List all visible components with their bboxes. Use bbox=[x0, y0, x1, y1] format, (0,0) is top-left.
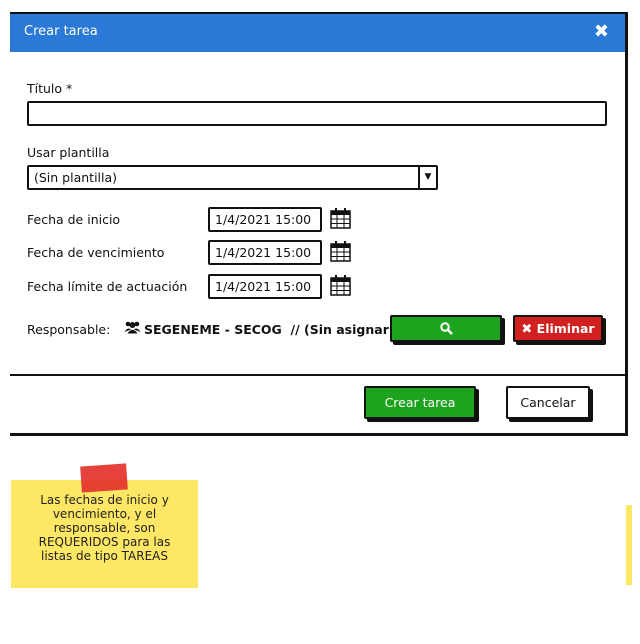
plantilla-selected-value: (Sin plantilla) bbox=[34, 170, 118, 185]
seleccionar-button[interactable]: Seleccionar... bbox=[390, 315, 502, 359]
dialog-title: Crear tarea bbox=[24, 24, 98, 39]
footer-divider bbox=[10, 374, 625, 376]
plantilla-select[interactable]: (Sin plantilla) ▼ bbox=[27, 165, 438, 190]
titulo-input[interactable] bbox=[27, 101, 607, 126]
offscreen-note-edge bbox=[626, 505, 632, 585]
close-icon: ✖ bbox=[521, 322, 533, 337]
responsable-value: SEGENEME - SECOG // (Sin asignar) bbox=[144, 322, 395, 337]
fecha-limite-input[interactable]: 1/4/2021 15:00 bbox=[208, 274, 322, 299]
eliminar-button[interactable]: ✖ Eliminar bbox=[513, 315, 603, 342]
search-icon bbox=[439, 322, 453, 335]
plantilla-label: Usar plantilla bbox=[27, 145, 110, 160]
dialog-titlebar: Crear tarea ✖ bbox=[10, 14, 625, 52]
crear-tarea-button[interactable]: Crear tarea bbox=[364, 386, 476, 419]
seleccionar-label: Seleccionar... bbox=[399, 344, 493, 359]
close-icon[interactable]: ✖ bbox=[594, 21, 609, 42]
eliminar-label: Eliminar bbox=[536, 321, 595, 336]
fecha-vencimiento-input[interactable]: 1/4/2021 15:00 bbox=[208, 240, 322, 265]
cancelar-button[interactable]: Cancelar bbox=[506, 386, 590, 419]
responsable-label: Responsable: bbox=[27, 322, 111, 337]
note-tape bbox=[80, 463, 128, 493]
calendar-icon[interactable] bbox=[330, 207, 351, 229]
users-icon bbox=[124, 321, 141, 334]
sticky-note: Las fechas de inicio y vencimiento, y el… bbox=[11, 480, 198, 588]
create-task-dialog: Crear tarea ✖ Título * Usar plantilla (S… bbox=[10, 12, 628, 436]
chevron-down-icon[interactable]: ▼ bbox=[418, 167, 436, 188]
titulo-label: Título * bbox=[27, 81, 73, 96]
fecha-limite-label: Fecha límite de actuación bbox=[27, 279, 188, 294]
calendar-icon[interactable] bbox=[330, 240, 351, 262]
fecha-inicio-label: Fecha de inicio bbox=[27, 212, 121, 227]
fecha-vencimiento-label: Fecha de vencimiento bbox=[27, 245, 165, 260]
fecha-inicio-input[interactable]: 1/4/2021 15:00 bbox=[208, 207, 322, 232]
calendar-icon[interactable] bbox=[330, 274, 351, 296]
